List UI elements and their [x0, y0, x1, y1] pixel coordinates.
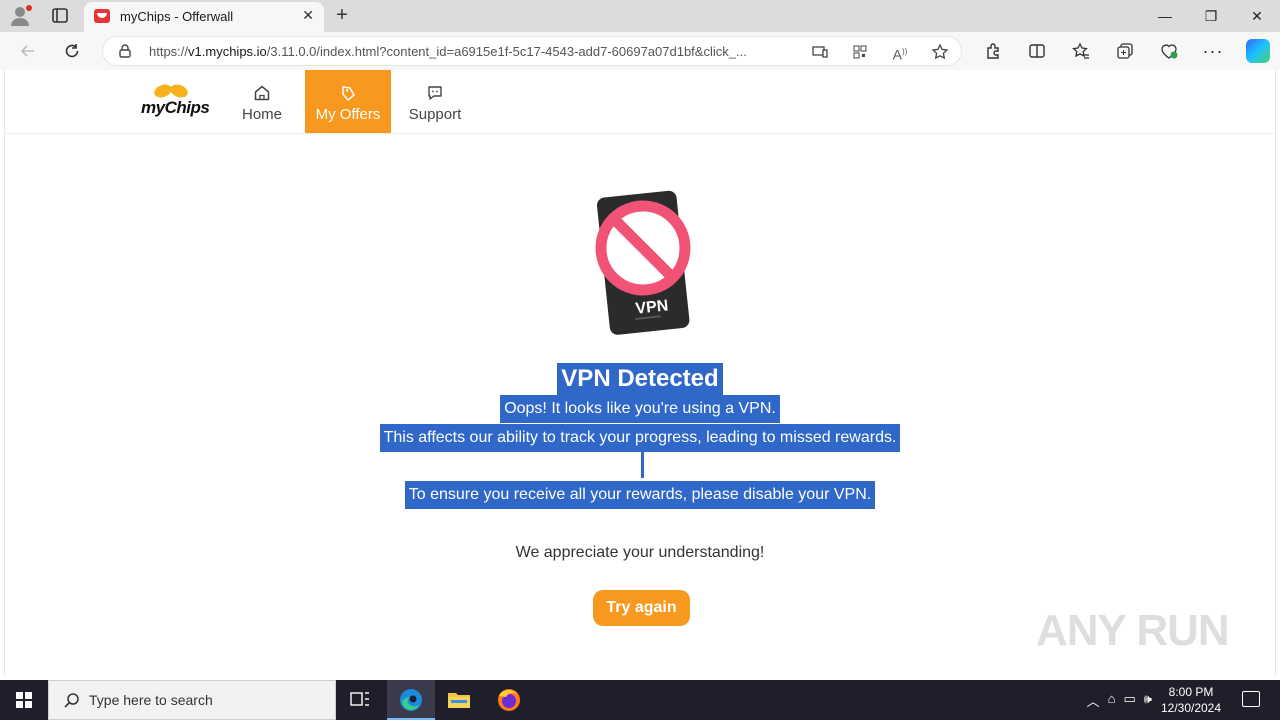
address-bar[interactable]: https://v1.mychips.io/3.11.0.0/index.htm…	[102, 36, 962, 66]
tab-title: myChips - Offerwall	[120, 9, 234, 24]
favorites-icon[interactable]	[1066, 37, 1096, 65]
message-line-4: We appreciate your understanding!	[515, 544, 765, 561]
task-view-icon	[350, 692, 369, 706]
anyrun-watermark: ANY RUN	[1036, 606, 1230, 655]
vpn-detected-panel: VPN VPN Detected Oops! It looks like you…	[5, 134, 1275, 674]
nav-support-label: Support	[408, 106, 462, 123]
read-aloud-icon[interactable]: A))	[889, 41, 911, 63]
nav-home[interactable]: Home	[237, 70, 287, 133]
copilot-icon[interactable]	[1246, 39, 1270, 63]
try-again-button[interactable]: Try again	[593, 590, 690, 626]
support-chat-icon	[428, 86, 442, 100]
message-line-2: This affects our ability to track your p…	[379, 424, 901, 452]
site-header: myChips Home My Offers Support	[5, 70, 1275, 134]
message-line-4-row: We appreciate your understanding!	[5, 539, 1275, 567]
nav-my-offers[interactable]: My Offers	[305, 70, 391, 133]
browser-essentials-icon[interactable]	[1154, 37, 1184, 65]
lock-icon[interactable]	[119, 44, 131, 58]
nav-support[interactable]: Support	[405, 70, 465, 133]
start-button[interactable]	[0, 680, 48, 720]
active-tab[interactable]: myChips - Offerwall ✕	[84, 2, 324, 32]
favorite-star-icon[interactable]	[929, 41, 951, 63]
mychips-favicon-icon	[94, 9, 110, 23]
page-viewport: myChips Home My Offers Support VPN VPN D…	[4, 70, 1276, 676]
profile-icon[interactable]	[8, 4, 34, 28]
message-line-3: To ensure you receive all your rewards, …	[404, 481, 876, 509]
firefox-icon	[498, 689, 520, 711]
clock-date: 12/30/2024	[1160, 701, 1222, 715]
close-window-button[interactable]: ✕	[1234, 0, 1280, 32]
split-screen-icon[interactable]	[1022, 37, 1052, 65]
qr-code-icon[interactable]	[849, 41, 871, 63]
nav-home-label: Home	[241, 106, 282, 123]
app-available-icon[interactable]	[809, 41, 831, 63]
message-line-3-row: To ensure you receive all your rewards, …	[5, 481, 1275, 509]
more-options-icon[interactable]: ···	[1198, 37, 1228, 65]
tab-actions-icon[interactable]	[46, 4, 74, 28]
window-controls: — ❐ ✕	[1142, 0, 1280, 32]
network-icon[interactable]: ▭	[1124, 691, 1136, 710]
vpn-badge-text: VPN	[635, 297, 670, 317]
restore-button[interactable]: ❐	[1188, 0, 1234, 32]
heading-row: VPN Detected	[5, 363, 1275, 395]
message-line-1: Oops! It looks like you're using a VPN.	[500, 395, 780, 423]
taskbar-edge[interactable]	[387, 680, 435, 720]
message-line-2-row: This affects our ability to track your p…	[5, 424, 1275, 452]
search-placeholder: Type here to search	[89, 692, 213, 708]
vpn-blocked-icon: VPN	[595, 190, 691, 335]
notifications-icon[interactable]	[1242, 691, 1260, 707]
show-hidden-icons-chevron-icon[interactable]: ︿	[1087, 691, 1100, 710]
system-tray: ︿ ⌂ ▭ 🕪	[1087, 691, 1152, 710]
back-arrow-icon[interactable]	[14, 38, 42, 64]
home-icon	[254, 85, 270, 101]
url-scheme: https://	[149, 44, 189, 59]
mychips-logo[interactable]: myChips	[141, 82, 210, 122]
minimize-button[interactable]: —	[1142, 0, 1188, 32]
clock-time: 8:00 PM	[1168, 685, 1214, 699]
taskbar-file-explorer[interactable]	[435, 680, 483, 720]
refresh-icon[interactable]	[58, 38, 86, 64]
message-line-1-row: Oops! It looks like you're using a VPN.	[5, 395, 1275, 423]
text-selection-gap	[641, 452, 644, 478]
windows-logo-icon	[16, 692, 32, 708]
extensions-icon[interactable]	[978, 37, 1008, 65]
close-tab-icon[interactable]: ✕	[302, 7, 314, 24]
browser-titlebar: myChips - Offerwall ✕ + — ❐ ✕	[0, 0, 1280, 32]
offers-tag-icon	[342, 86, 355, 101]
volume-icon[interactable]: 🕪	[1144, 691, 1152, 710]
taskbar-search[interactable]: Type here to search	[48, 680, 336, 720]
browser-toolbar: https://v1.mychips.io/3.11.0.0/index.htm…	[0, 32, 1280, 70]
taskbar-clock[interactable]: 8:00 PM 12/30/2024	[1158, 684, 1224, 716]
collections-icon[interactable]	[1110, 37, 1140, 65]
search-icon	[64, 693, 79, 708]
page-title: VPN Detected	[557, 363, 723, 395]
url-host: v1.mychips.io	[188, 44, 267, 59]
edge-browser-icon	[400, 689, 422, 711]
windows-taskbar: Type here to search ︿ ⌂ ▭ 🕪 8:00 PM 12/3…	[0, 680, 1280, 720]
url-text[interactable]: https://v1.mychips.io/3.11.0.0/index.htm…	[149, 44, 809, 59]
network-usb-icon[interactable]: ⌂	[1108, 691, 1116, 710]
logo-text: myChips	[141, 98, 210, 117]
url-path: /3.11.0.0/index.html?content_id=a6915e1f…	[266, 44, 747, 59]
nav-my-offers-label: My Offers	[315, 106, 381, 123]
new-tab-button[interactable]: +	[330, 3, 354, 27]
taskbar-firefox[interactable]	[485, 680, 533, 720]
file-explorer-icon	[448, 693, 470, 708]
task-view-button[interactable]	[336, 680, 384, 720]
